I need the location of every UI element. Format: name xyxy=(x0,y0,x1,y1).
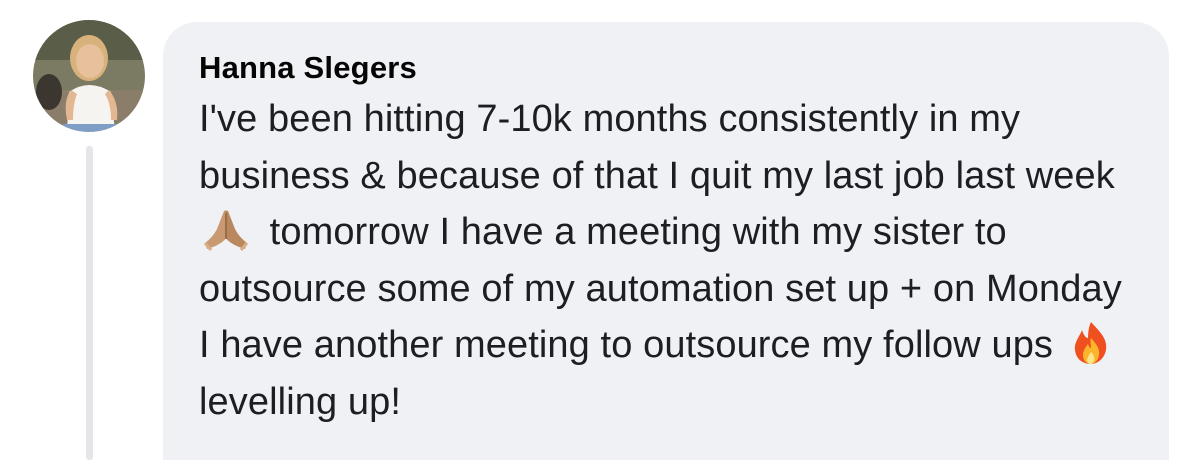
comment-bubble: Hanna Slegers I've been hitting 7-10k mo… xyxy=(163,22,1169,460)
profile-photo-icon xyxy=(33,20,145,132)
fire-icon xyxy=(1074,322,1106,364)
comment-text: I've been hitting 7-10k months consisten… xyxy=(199,91,1139,430)
comment-text-part2: tomorrow I have a meeting with my sister… xyxy=(199,211,1122,366)
comment-text-part1: I've been hitting 7-10k months consisten… xyxy=(199,98,1115,197)
comment-text-part3: levelling up! xyxy=(199,380,401,423)
thread-line xyxy=(86,146,93,460)
avatar[interactable] xyxy=(33,20,145,132)
folded-hands-icon xyxy=(203,210,249,251)
comment-author[interactable]: Hanna Slegers xyxy=(199,49,417,87)
